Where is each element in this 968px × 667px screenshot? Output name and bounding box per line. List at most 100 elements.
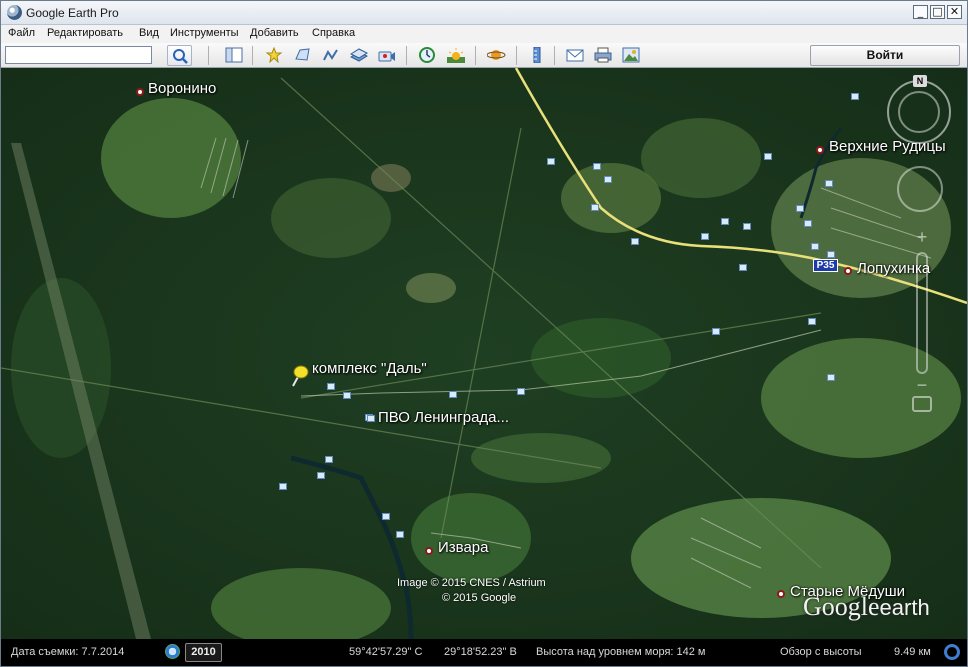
photo-icon[interactable] bbox=[712, 328, 720, 335]
menu-help[interactable]: Справка bbox=[312, 27, 355, 39]
sunlight-button[interactable] bbox=[444, 45, 468, 66]
longitude-readout: 29°18'52.23" В bbox=[444, 646, 517, 658]
photo-icon[interactable] bbox=[279, 483, 287, 490]
record-tour-icon bbox=[378, 51, 395, 62]
photo-icon[interactable] bbox=[701, 233, 709, 240]
maximize-button[interactable]: □ bbox=[930, 5, 945, 19]
photo-icon[interactable] bbox=[739, 264, 747, 271]
google-earth-window: Google Earth Pro _ □ ✕ Файл Редактироват… bbox=[0, 0, 968, 667]
add-placemark-button[interactable] bbox=[262, 45, 286, 66]
photo-icon[interactable] bbox=[367, 415, 375, 422]
menu-add[interactable]: Добавить bbox=[250, 27, 299, 39]
imagery-copyright: Image © 2015 CNES / Astrium bbox=[397, 577, 546, 589]
imagery-date: Дата съемки: 7.7.2014 bbox=[11, 646, 125, 658]
print-icon bbox=[594, 47, 612, 63]
menu-bar: Файл Редактировать Вид Инструменты Добав… bbox=[1, 25, 967, 43]
email-icon bbox=[566, 49, 584, 62]
sunlight-icon bbox=[447, 48, 465, 63]
placemark-label[interactable]: комплекс "Даль" bbox=[312, 360, 427, 377]
look-joystick[interactable] bbox=[898, 91, 940, 133]
sidebar-toggle-icon bbox=[225, 47, 243, 63]
search-icon bbox=[173, 49, 188, 64]
photo-icon[interactable] bbox=[743, 223, 751, 230]
menu-tools[interactable]: Инструменты bbox=[170, 27, 239, 39]
clock-icon[interactable] bbox=[165, 644, 180, 659]
title-bar[interactable]: Google Earth Pro _ □ ✕ bbox=[1, 1, 967, 25]
add-image-overlay-button[interactable] bbox=[347, 45, 371, 66]
historical-year-button[interactable]: 2010 bbox=[185, 643, 222, 662]
historical-imagery-icon bbox=[419, 47, 435, 63]
eye-altitude-label: Обзор с высоты bbox=[780, 646, 862, 658]
record-tour-button[interactable] bbox=[375, 45, 399, 66]
place-pin[interactable] bbox=[844, 267, 852, 275]
search-button[interactable] bbox=[167, 45, 192, 66]
photo-icon[interactable] bbox=[631, 238, 639, 245]
zoom-slider[interactable] bbox=[916, 252, 928, 374]
photo-icon[interactable] bbox=[317, 472, 325, 479]
place-label-voronino[interactable]: Воронино bbox=[148, 80, 216, 97]
add-polygon-icon bbox=[295, 48, 310, 61]
photo-icon[interactable] bbox=[517, 388, 525, 395]
menu-view[interactable]: Вид bbox=[139, 27, 159, 39]
photo-icon[interactable] bbox=[808, 318, 816, 325]
photo-icon[interactable] bbox=[764, 153, 772, 160]
google-earth-app-icon bbox=[7, 5, 22, 20]
add-polygon-button[interactable] bbox=[291, 45, 315, 66]
photo-icon[interactable] bbox=[591, 204, 599, 211]
historical-imagery-button[interactable] bbox=[415, 45, 439, 66]
pan-joystick[interactable] bbox=[897, 166, 943, 212]
sign-in-button[interactable]: Войти bbox=[810, 45, 960, 66]
place-pin[interactable] bbox=[777, 590, 785, 598]
streaming-icon bbox=[944, 644, 960, 660]
photo-icon[interactable] bbox=[825, 180, 833, 187]
photo-icon[interactable] bbox=[325, 456, 333, 463]
map-view[interactable]: Воронино Верхние Рудицы Лопухинка Извара… bbox=[1, 68, 967, 639]
menu-file[interactable]: Файл bbox=[8, 27, 35, 39]
add-image-overlay-icon bbox=[350, 48, 368, 62]
ruler-button[interactable] bbox=[525, 45, 549, 66]
add-path-button[interactable] bbox=[319, 45, 343, 66]
photo-icon[interactable] bbox=[604, 176, 612, 183]
photo-icon[interactable] bbox=[804, 220, 812, 227]
email-button[interactable] bbox=[563, 45, 587, 66]
search-input[interactable] bbox=[5, 46, 152, 64]
google-earth-logo: Googleearth bbox=[803, 592, 930, 621]
photo-icon[interactable] bbox=[796, 205, 804, 212]
photo-icon[interactable] bbox=[449, 391, 457, 398]
add-path-icon bbox=[323, 49, 338, 61]
photo-icon[interactable] bbox=[547, 158, 555, 165]
photo-icon[interactable] bbox=[382, 513, 390, 520]
place-pin[interactable] bbox=[136, 88, 144, 96]
minimize-button[interactable]: _ bbox=[913, 5, 928, 19]
elevation-readout: Высота над уровнем моря: 142 м bbox=[536, 646, 706, 658]
photo-icon[interactable] bbox=[827, 374, 835, 381]
print-button[interactable] bbox=[591, 45, 615, 66]
save-image-button[interactable] bbox=[619, 45, 643, 66]
photo-label[interactable]: ПВО Ленинграда... bbox=[378, 409, 509, 426]
close-button[interactable]: ✕ bbox=[947, 5, 962, 19]
photo-icon[interactable] bbox=[851, 93, 859, 100]
window-title: Google Earth Pro bbox=[26, 6, 119, 20]
save-image-icon bbox=[622, 47, 640, 63]
photo-icon[interactable] bbox=[811, 243, 819, 250]
place-label-izvara[interactable]: Извара bbox=[438, 539, 489, 556]
yellow-pushpin-icon[interactable] bbox=[289, 364, 309, 388]
google-copyright: © 2015 Google bbox=[442, 592, 517, 604]
zoom-out-icon[interactable]: − bbox=[913, 376, 931, 394]
planets-button[interactable] bbox=[484, 45, 508, 66]
sidebar-toggle-button[interactable] bbox=[222, 45, 246, 66]
zoom-slider-handle[interactable] bbox=[912, 396, 932, 412]
photo-icon[interactable] bbox=[327, 383, 335, 390]
photo-icon[interactable] bbox=[827, 251, 835, 258]
place-pin[interactable] bbox=[816, 146, 824, 154]
status-bar: Дата съемки: 7.7.2014 2010 59°42'57.29" … bbox=[1, 639, 967, 666]
zoom-in-icon[interactable]: + bbox=[913, 228, 931, 246]
menu-edit[interactable]: Редактировать bbox=[47, 27, 123, 39]
photo-icon[interactable] bbox=[593, 163, 601, 170]
photo-icon[interactable] bbox=[343, 392, 351, 399]
photo-icon[interactable] bbox=[721, 218, 729, 225]
photo-icon[interactable] bbox=[396, 531, 404, 538]
place-pin[interactable] bbox=[425, 547, 433, 555]
add-placemark-icon bbox=[265, 47, 283, 63]
north-button[interactable]: N bbox=[913, 75, 927, 87]
